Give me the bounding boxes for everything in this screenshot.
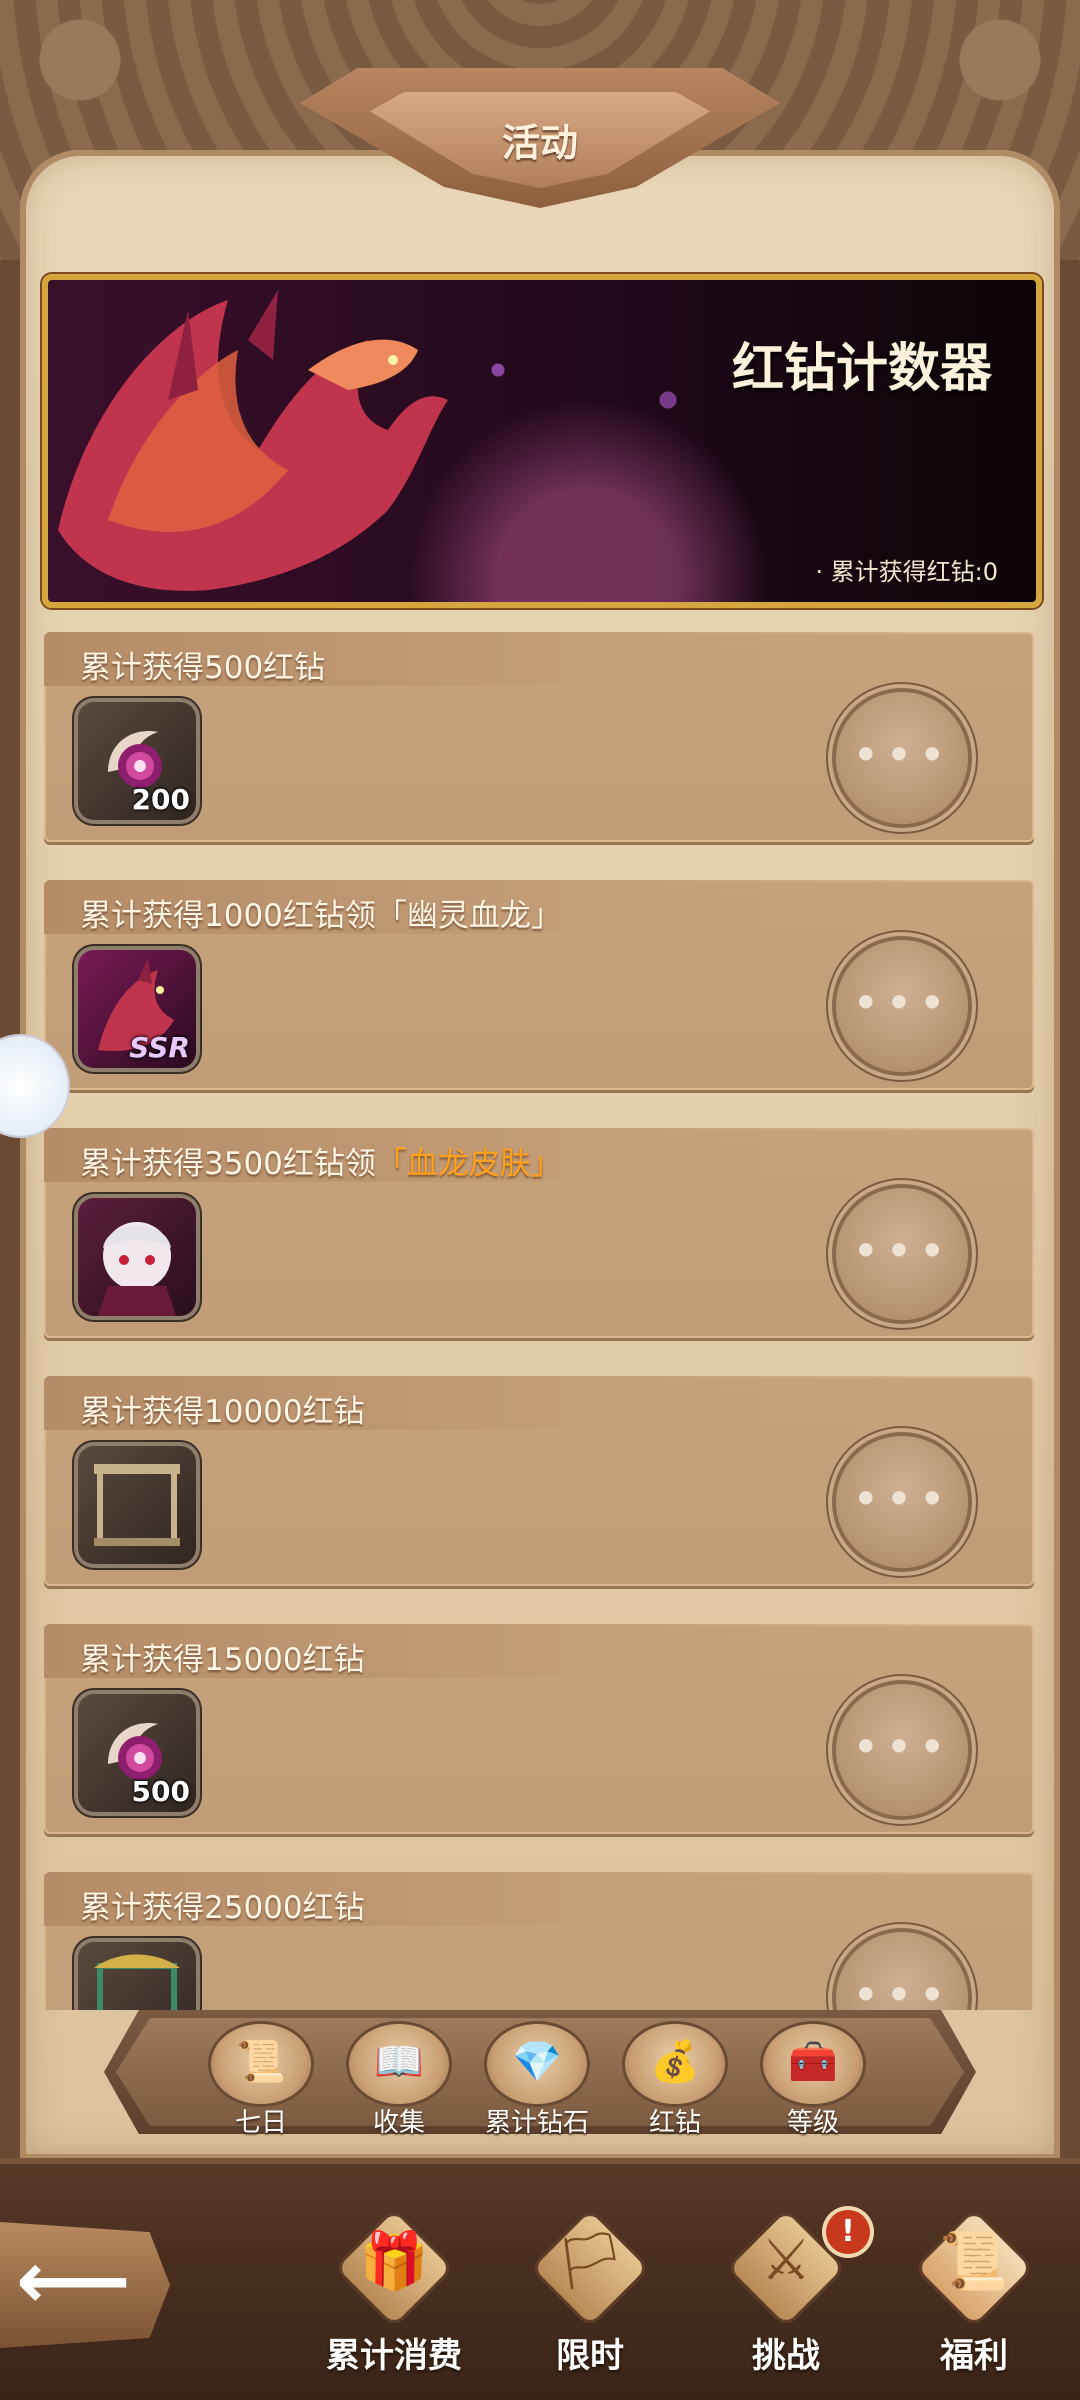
- nav-label: 累计消费: [326, 2336, 462, 2376]
- nav-cumulative-spending[interactable]: 🎁 累计消费: [294, 2210, 494, 2390]
- reward-card-25000: 累计获得25000红钻 •••: [44, 1872, 1034, 2010]
- more-button[interactable]: •••: [836, 940, 968, 1072]
- reward-list[interactable]: 累计获得500红钻 200 ••• 累计获得1000红钻领「幽灵血龙」 SSR …: [0, 630, 1080, 2010]
- page-title: 活动: [501, 121, 578, 165]
- tab-red-diamond[interactable]: 💰 红钻: [620, 2020, 730, 2138]
- tab-label: 收集: [372, 2108, 425, 2138]
- money-bag-icon: 💰: [625, 2024, 725, 2104]
- red-diamond-total: · 累计获得红钻:0: [815, 558, 998, 586]
- reward-card-500: 累计获得500红钻 200 •••: [44, 632, 1034, 842]
- ornate-frame-icon: [94, 1954, 180, 2010]
- reward-item-slot[interactable]: SSR: [78, 950, 196, 1068]
- reward-card-3500: 累计获得3500红钻领「血龙皮肤」 •••: [44, 1128, 1034, 1338]
- more-button[interactable]: •••: [836, 1684, 968, 1816]
- tab-label: 七日: [234, 2108, 287, 2138]
- back-arrow-icon: ⟵: [16, 2234, 131, 2327]
- reward-title: 累计获得500红钻: [80, 650, 326, 686]
- reward-quantity: 200: [131, 783, 190, 816]
- reward-title: 累计获得1000红钻领「幽灵血龙」: [80, 898, 562, 934]
- reward-title: 累计获得3500红钻领「血龙皮肤」: [80, 1146, 562, 1182]
- tab-label: 累计钻石: [484, 2108, 589, 2138]
- frame-icon: [94, 1464, 180, 1546]
- tab-collect[interactable]: 📖 收集: [344, 2020, 454, 2138]
- reward-item-slot[interactable]: [78, 1198, 196, 1316]
- tab-accumulated-diamonds[interactable]: 💎 累计钻石: [482, 2020, 592, 2138]
- book-icon: 📖: [349, 2024, 449, 2104]
- nav-label: 限时: [556, 2336, 624, 2376]
- reward-quantity: 500: [131, 1775, 190, 1808]
- more-button[interactable]: •••: [836, 1436, 968, 1568]
- reward-card-1000: 累计获得1000红钻领「幽灵血龙」 SSR •••: [44, 880, 1034, 1090]
- nav-label: 福利: [940, 2336, 1008, 2376]
- scroll-card-icon: 📜: [939, 2229, 1009, 2294]
- dragon-illustration: [58, 290, 448, 591]
- scroll-icon: 📜: [211, 2024, 311, 2104]
- reward-title: 累计获得15000红钻: [80, 1642, 365, 1678]
- reward-item-slot[interactable]: [78, 1446, 196, 1564]
- chest-icon: 🧰: [763, 2024, 863, 2104]
- tab-label: 等级: [786, 2108, 839, 2138]
- gem-bag-icon: 💎: [487, 2024, 587, 2104]
- banner-title: 红钻计数器: [731, 339, 992, 399]
- nav-challenge[interactable]: ⚔ ! 挑战: [686, 2210, 886, 2390]
- reward-item-slot[interactable]: 500: [78, 1694, 196, 1812]
- banner-flag-icon: 🏳: [554, 2229, 626, 2294]
- reward-title: 累计获得10000红钻: [80, 1394, 365, 1430]
- reward-card-10000: 累计获得10000红钻 •••: [44, 1376, 1034, 1586]
- nav-label: 挑战: [752, 2336, 820, 2376]
- nav-welfare[interactable]: 📜 福利: [874, 2210, 1074, 2390]
- reward-title: 累计获得25000红钻: [80, 1890, 365, 1926]
- gift-box-icon: 🎁: [359, 2229, 429, 2294]
- reward-card-15000: 累计获得15000红钻 500 •••: [44, 1624, 1034, 1834]
- tab-level[interactable]: 🧰 等级: [758, 2020, 868, 2138]
- tab-label: 红钻: [648, 2108, 701, 2138]
- blood-dragon-skin-portrait: [98, 1222, 176, 1316]
- more-button[interactable]: •••: [836, 1188, 968, 1320]
- nav-limited-time[interactable]: 🏳 限时: [490, 2210, 690, 2390]
- notification-badge: !: [826, 2210, 870, 2254]
- reward-item-slot[interactable]: [78, 1942, 196, 2010]
- red-diamond-counter-banner: 红钻计数器 · 累计获得红钻:0: [42, 274, 1042, 608]
- ssr-tag: SSR: [129, 1031, 190, 1064]
- tab-seven-days[interactable]: 📜 七日: [206, 2020, 316, 2138]
- reward-highlight: 「血龙皮肤」: [375, 1146, 562, 1182]
- more-button[interactable]: •••: [836, 692, 968, 824]
- reward-item-slot[interactable]: 200: [78, 702, 196, 820]
